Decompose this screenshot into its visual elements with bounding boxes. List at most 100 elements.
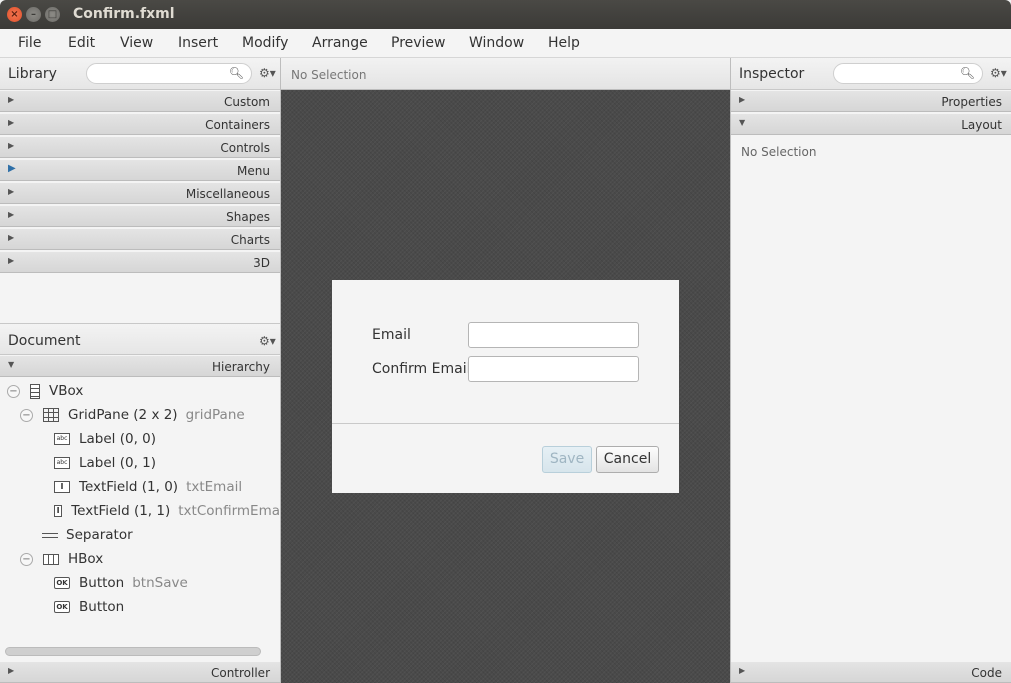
inspector-title: Inspector <box>739 66 805 82</box>
tree-item-button-cancel[interactable]: OK Button <box>54 595 124 619</box>
left-panel: Library 🔍︎ ⚙▾ ▶ Custom ▶ Containers ▶ Co… <box>0 58 281 683</box>
library-section-miscellaneous[interactable]: ▶ Miscellaneous <box>0 182 280 204</box>
menu-help[interactable]: Help <box>548 35 580 51</box>
expand-arrow-icon: ▶ <box>8 187 15 196</box>
section-label: 3D <box>253 256 270 270</box>
inspector-header: Inspector 🔍︎ ⚙▾ <box>731 58 1011 90</box>
collapse-toggle-icon[interactable]: − <box>20 408 33 422</box>
library-section-containers[interactable]: ▶ Containers <box>0 113 280 135</box>
gridpane-icon <box>43 408 59 422</box>
hbox-icon <box>43 553 59 565</box>
expand-arrow-icon: ▶ <box>8 233 15 242</box>
window-title: Confirm.fxml <box>73 6 175 22</box>
email-field[interactable] <box>468 322 639 348</box>
collapse-toggle-icon[interactable]: − <box>7 384 20 398</box>
label-icon: abc <box>54 433 70 445</box>
tree-item-label: TextField (1, 1) <box>71 503 171 519</box>
minimize-window-button[interactable]: – <box>26 7 41 22</box>
inspector-section-properties[interactable]: ▶ Properties <box>731 90 1011 112</box>
controller-section[interactable]: ▶ Controller <box>0 661 280 683</box>
hierarchy-section[interactable]: ▼ Hierarchy <box>0 355 280 377</box>
tree-item-label: Label (0, 1) <box>79 455 157 471</box>
section-label: Charts <box>230 233 270 247</box>
label-icon: abc <box>54 457 70 469</box>
code-section[interactable]: ▶ Code <box>731 661 1011 683</box>
content-canvas[interactable]: No Selection Email Confirm Email Save Ca… <box>281 58 730 683</box>
library-section-charts[interactable]: ▶ Charts <box>0 228 280 250</box>
collapse-toggle-icon[interactable]: − <box>20 552 33 566</box>
expand-arrow-icon: ▶ <box>8 141 15 150</box>
tree-item-fxid: txtEmail <box>186 479 243 495</box>
menu-file[interactable]: File <box>18 35 41 51</box>
cancel-button[interactable]: Cancel <box>596 446 659 473</box>
tree-item-label: Separator <box>66 527 133 543</box>
section-label: Hierarchy <box>211 360 270 374</box>
library-section-shapes[interactable]: ▶ Shapes <box>0 205 280 227</box>
document-gear-icon[interactable]: ⚙▾ <box>259 334 276 348</box>
expand-arrow-icon: ▶ <box>739 95 746 104</box>
document-header: Document ⚙▾ <box>0 323 280 355</box>
button-icon: OK <box>54 577 70 589</box>
tree-item-label: Button <box>79 575 125 591</box>
canvas-selection-status: No Selection <box>291 68 367 82</box>
search-icon: 🔍︎ <box>228 66 244 80</box>
tree-item-separator[interactable]: Separator <box>42 523 133 547</box>
close-window-button[interactable]: × <box>7 7 22 22</box>
menu-bar: File Edit View Insert Modify Arrange Pre… <box>0 29 1011 58</box>
section-label: Code <box>971 666 1002 680</box>
expand-arrow-icon: ▶ <box>8 256 15 265</box>
tree-item-hbox[interactable]: − HBox <box>20 547 103 571</box>
dialog-preview[interactable]: Email Confirm Email Save Cancel <box>332 280 679 493</box>
expand-arrow-icon: ▶ <box>8 163 16 174</box>
menu-insert[interactable]: Insert <box>178 35 218 51</box>
menu-edit[interactable]: Edit <box>68 35 95 51</box>
confirm-email-label: Confirm Email <box>372 361 471 377</box>
inspector-empty-text: No Selection <box>741 145 817 159</box>
tree-item-gridpane[interactable]: − GridPane (2 x 2) gridPane <box>20 403 245 427</box>
tree-item-label: Label (0, 0) <box>79 431 157 447</box>
library-title: Library <box>8 66 57 82</box>
save-button[interactable]: Save <box>542 446 592 473</box>
section-label: Controls <box>220 141 270 155</box>
section-label: Controller <box>210 666 270 680</box>
search-icon: 🔍︎ <box>959 66 975 80</box>
tree-item-label-0-1[interactable]: abc Label (0, 1) <box>54 451 156 475</box>
collapse-arrow-icon: ▼ <box>739 118 746 127</box>
confirm-email-field[interactable] <box>468 356 639 382</box>
inspector-gear-icon[interactable]: ⚙▾ <box>990 66 1007 80</box>
tree-item-label: TextField (1, 0) <box>79 479 179 495</box>
vbox-icon <box>30 383 40 399</box>
tree-item-fxid: btnSave <box>132 575 188 591</box>
tree-item-textfield-email[interactable]: I TextField (1, 0) txtEmail <box>54 475 242 499</box>
section-label: Containers <box>205 118 270 132</box>
library-section-controls[interactable]: ▶ Controls <box>0 136 280 158</box>
section-label: Custom <box>224 95 270 109</box>
canvas-header: No Selection <box>281 58 730 90</box>
separator-icon <box>42 532 58 538</box>
library-gear-icon[interactable]: ⚙▾ <box>259 66 276 80</box>
menu-preview[interactable]: Preview <box>391 35 446 51</box>
tree-item-fxid: txtConfirmEma <box>178 503 280 519</box>
tree-item-label-0-0[interactable]: abc Label (0, 0) <box>54 427 156 451</box>
library-section-3d[interactable]: ▶ 3D <box>0 251 280 273</box>
library-search-input[interactable]: 🔍︎ <box>86 63 252 84</box>
library-section-menu[interactable]: ▶ Menu <box>0 159 280 181</box>
expand-arrow-icon: ▶ <box>8 666 15 675</box>
document-title: Document <box>8 333 81 349</box>
menu-modify[interactable]: Modify <box>242 35 288 51</box>
menu-view[interactable]: View <box>120 35 153 51</box>
menu-window[interactable]: Window <box>469 35 524 51</box>
library-header: Library 🔍︎ ⚙▾ <box>0 58 280 90</box>
tree-item-textfield-confirm[interactable]: I TextField (1, 1) txtConfirmEma <box>54 499 280 523</box>
section-label: Miscellaneous <box>185 187 270 201</box>
inspector-search-input[interactable]: 🔍︎ <box>833 63 983 84</box>
inspector-section-layout[interactable]: ▼ Layout <box>731 113 1011 135</box>
tree-item-button-save[interactable]: OK Button btnSave <box>54 571 188 595</box>
window-titlebar: × – □ Confirm.fxml <box>0 0 1011 29</box>
menu-arrange[interactable]: Arrange <box>312 35 368 51</box>
library-section-custom[interactable]: ▶ Custom <box>0 90 280 112</box>
maximize-window-button[interactable]: □ <box>45 7 60 22</box>
collapse-arrow-icon: ▼ <box>8 360 15 369</box>
hierarchy-horizontal-scrollbar[interactable] <box>5 647 261 656</box>
tree-item-vbox[interactable]: − VBox <box>7 379 83 403</box>
